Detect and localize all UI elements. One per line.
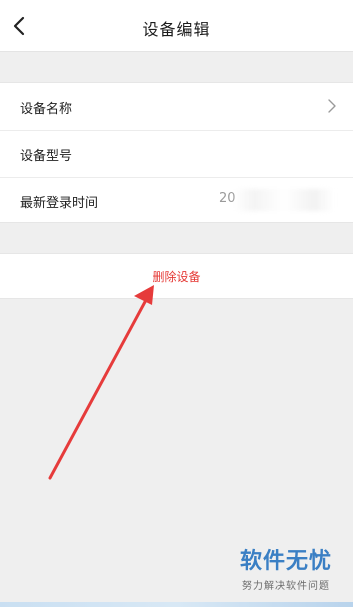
- chevron-right-icon: [328, 99, 336, 113]
- device-model-row: 设备型号: [0, 130, 353, 177]
- last-login-row: 最新登录时间 20: [0, 177, 353, 224]
- delete-device-button[interactable]: 删除设备: [0, 268, 353, 285]
- watermark-logo: 软件无忧 努力解决软件问题: [231, 543, 341, 592]
- watermark-subtitle: 努力解决软件问题: [242, 581, 330, 592]
- last-login-label: 最新登录时间: [20, 196, 99, 211]
- device-info-group: 设备名称 设备型号 最新登录时间 20: [0, 82, 353, 223]
- delete-group: 删除设备: [0, 253, 353, 299]
- device-model-label: 设备型号: [20, 149, 73, 164]
- watermark-title: 软件无忧: [239, 549, 332, 574]
- device-name-label: 设备名称: [20, 102, 73, 117]
- redacted-value-mask: [234, 189, 334, 211]
- bottom-strip: [0, 602, 353, 607]
- arrow-shaft: [48, 298, 148, 480]
- device-name-row[interactable]: 设备名称: [0, 83, 353, 130]
- nav-bar: 设备编辑: [0, 0, 353, 52]
- page-title: 设备编辑: [142, 20, 211, 39]
